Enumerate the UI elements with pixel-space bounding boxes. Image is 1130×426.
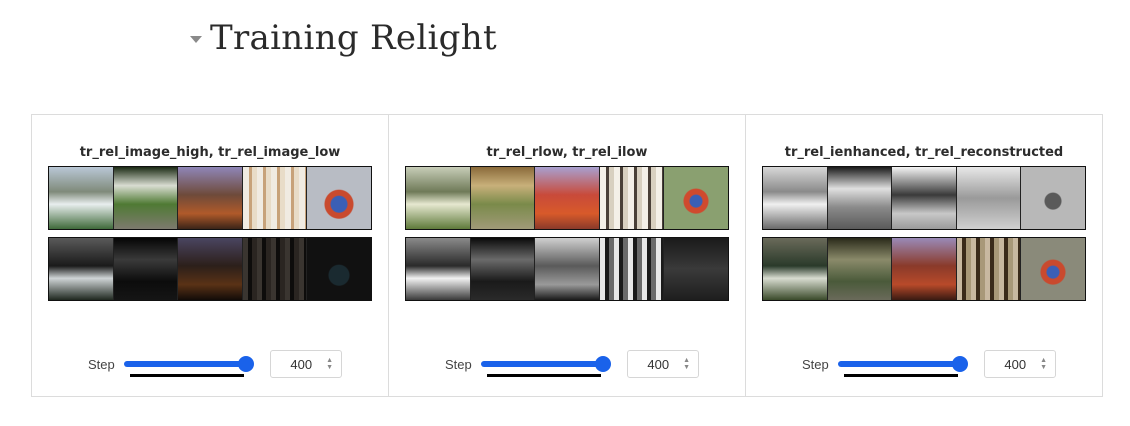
step-value: 400 (290, 356, 313, 372)
step-number-input[interactable]: 400 ▲ ▼ (270, 350, 342, 378)
media-panel-2: tr_rel_rlow, tr_rel_ilow Step 400 ▲ ▼ (388, 114, 746, 397)
section-header[interactable]: Training Relight (190, 18, 497, 58)
image-tile (470, 238, 536, 300)
image-tile (1021, 167, 1085, 229)
image-tile (307, 238, 371, 300)
image-tile (113, 167, 179, 229)
image-tile (535, 167, 600, 229)
step-label: Step (88, 356, 115, 372)
slider-track (124, 361, 248, 367)
image-tile (599, 167, 665, 229)
image-tile (535, 238, 600, 300)
step-slider[interactable] (481, 352, 611, 377)
step-number-input[interactable]: 400 ▲ ▼ (984, 350, 1056, 378)
image-tile (956, 238, 1022, 300)
step-control: Step 400 ▲ ▼ (88, 350, 342, 378)
image-tile (406, 238, 471, 300)
image-tile (827, 238, 893, 300)
panel-title: tr_rel_ienhanced, tr_rel_reconstructed (784, 145, 1064, 160)
slider-underline (844, 374, 958, 377)
image-tile (892, 167, 957, 229)
panel-title: tr_rel_rlow, tr_rel_ilow (486, 145, 648, 160)
image-tile (664, 238, 728, 300)
step-slider[interactable] (124, 352, 254, 377)
image-tile (956, 167, 1022, 229)
image-strip-top (48, 166, 372, 230)
image-strip-bottom (762, 237, 1086, 301)
image-tile (763, 238, 828, 300)
step-control: Step 400 ▲ ▼ (445, 350, 699, 378)
slider-track (481, 361, 605, 367)
slider-underline (130, 374, 244, 377)
image-tile (178, 167, 243, 229)
section-title: Training Relight (210, 18, 497, 58)
image-tile (113, 238, 179, 300)
image-tile (1021, 238, 1085, 300)
step-number-input[interactable]: 400 ▲ ▼ (627, 350, 699, 378)
image-strip-top (762, 166, 1086, 230)
step-label: Step (445, 356, 472, 372)
caret-down-icon[interactable] (190, 35, 202, 43)
media-panel-3: tr_rel_ienhanced, tr_rel_reconstructed S… (745, 114, 1103, 397)
slider-thumb[interactable] (952, 356, 968, 372)
image-tile (664, 167, 728, 229)
image-tile (178, 238, 243, 300)
image-strip-top (405, 166, 729, 230)
spinner-icon[interactable]: ▲ ▼ (326, 357, 333, 371)
step-value: 400 (647, 356, 670, 372)
image-tile (406, 167, 471, 229)
image-tile (827, 167, 893, 229)
image-strip-bottom (405, 237, 729, 301)
step-slider[interactable] (838, 352, 968, 377)
step-value: 400 (1004, 356, 1027, 372)
image-tile (49, 238, 114, 300)
image-tile (242, 167, 308, 229)
slider-track (838, 361, 962, 367)
image-tile (599, 238, 665, 300)
image-tile (242, 238, 308, 300)
image-tile (307, 167, 371, 229)
image-tile (763, 167, 828, 229)
image-tile (49, 167, 114, 229)
slider-thumb[interactable] (595, 356, 611, 372)
slider-thumb[interactable] (238, 356, 254, 372)
media-panel-1: tr_rel_image_high, tr_rel_image_low Step… (31, 114, 389, 397)
image-tile (892, 238, 957, 300)
panel-title: tr_rel_image_high, tr_rel_image_low (79, 145, 341, 160)
step-control: Step 400 ▲ ▼ (802, 350, 1056, 378)
slider-underline (487, 374, 601, 377)
image-strip-bottom (48, 237, 372, 301)
image-tile (470, 167, 536, 229)
spinner-icon[interactable]: ▲ ▼ (683, 357, 690, 371)
spinner-icon[interactable]: ▲ ▼ (1040, 357, 1047, 371)
step-label: Step (802, 356, 829, 372)
